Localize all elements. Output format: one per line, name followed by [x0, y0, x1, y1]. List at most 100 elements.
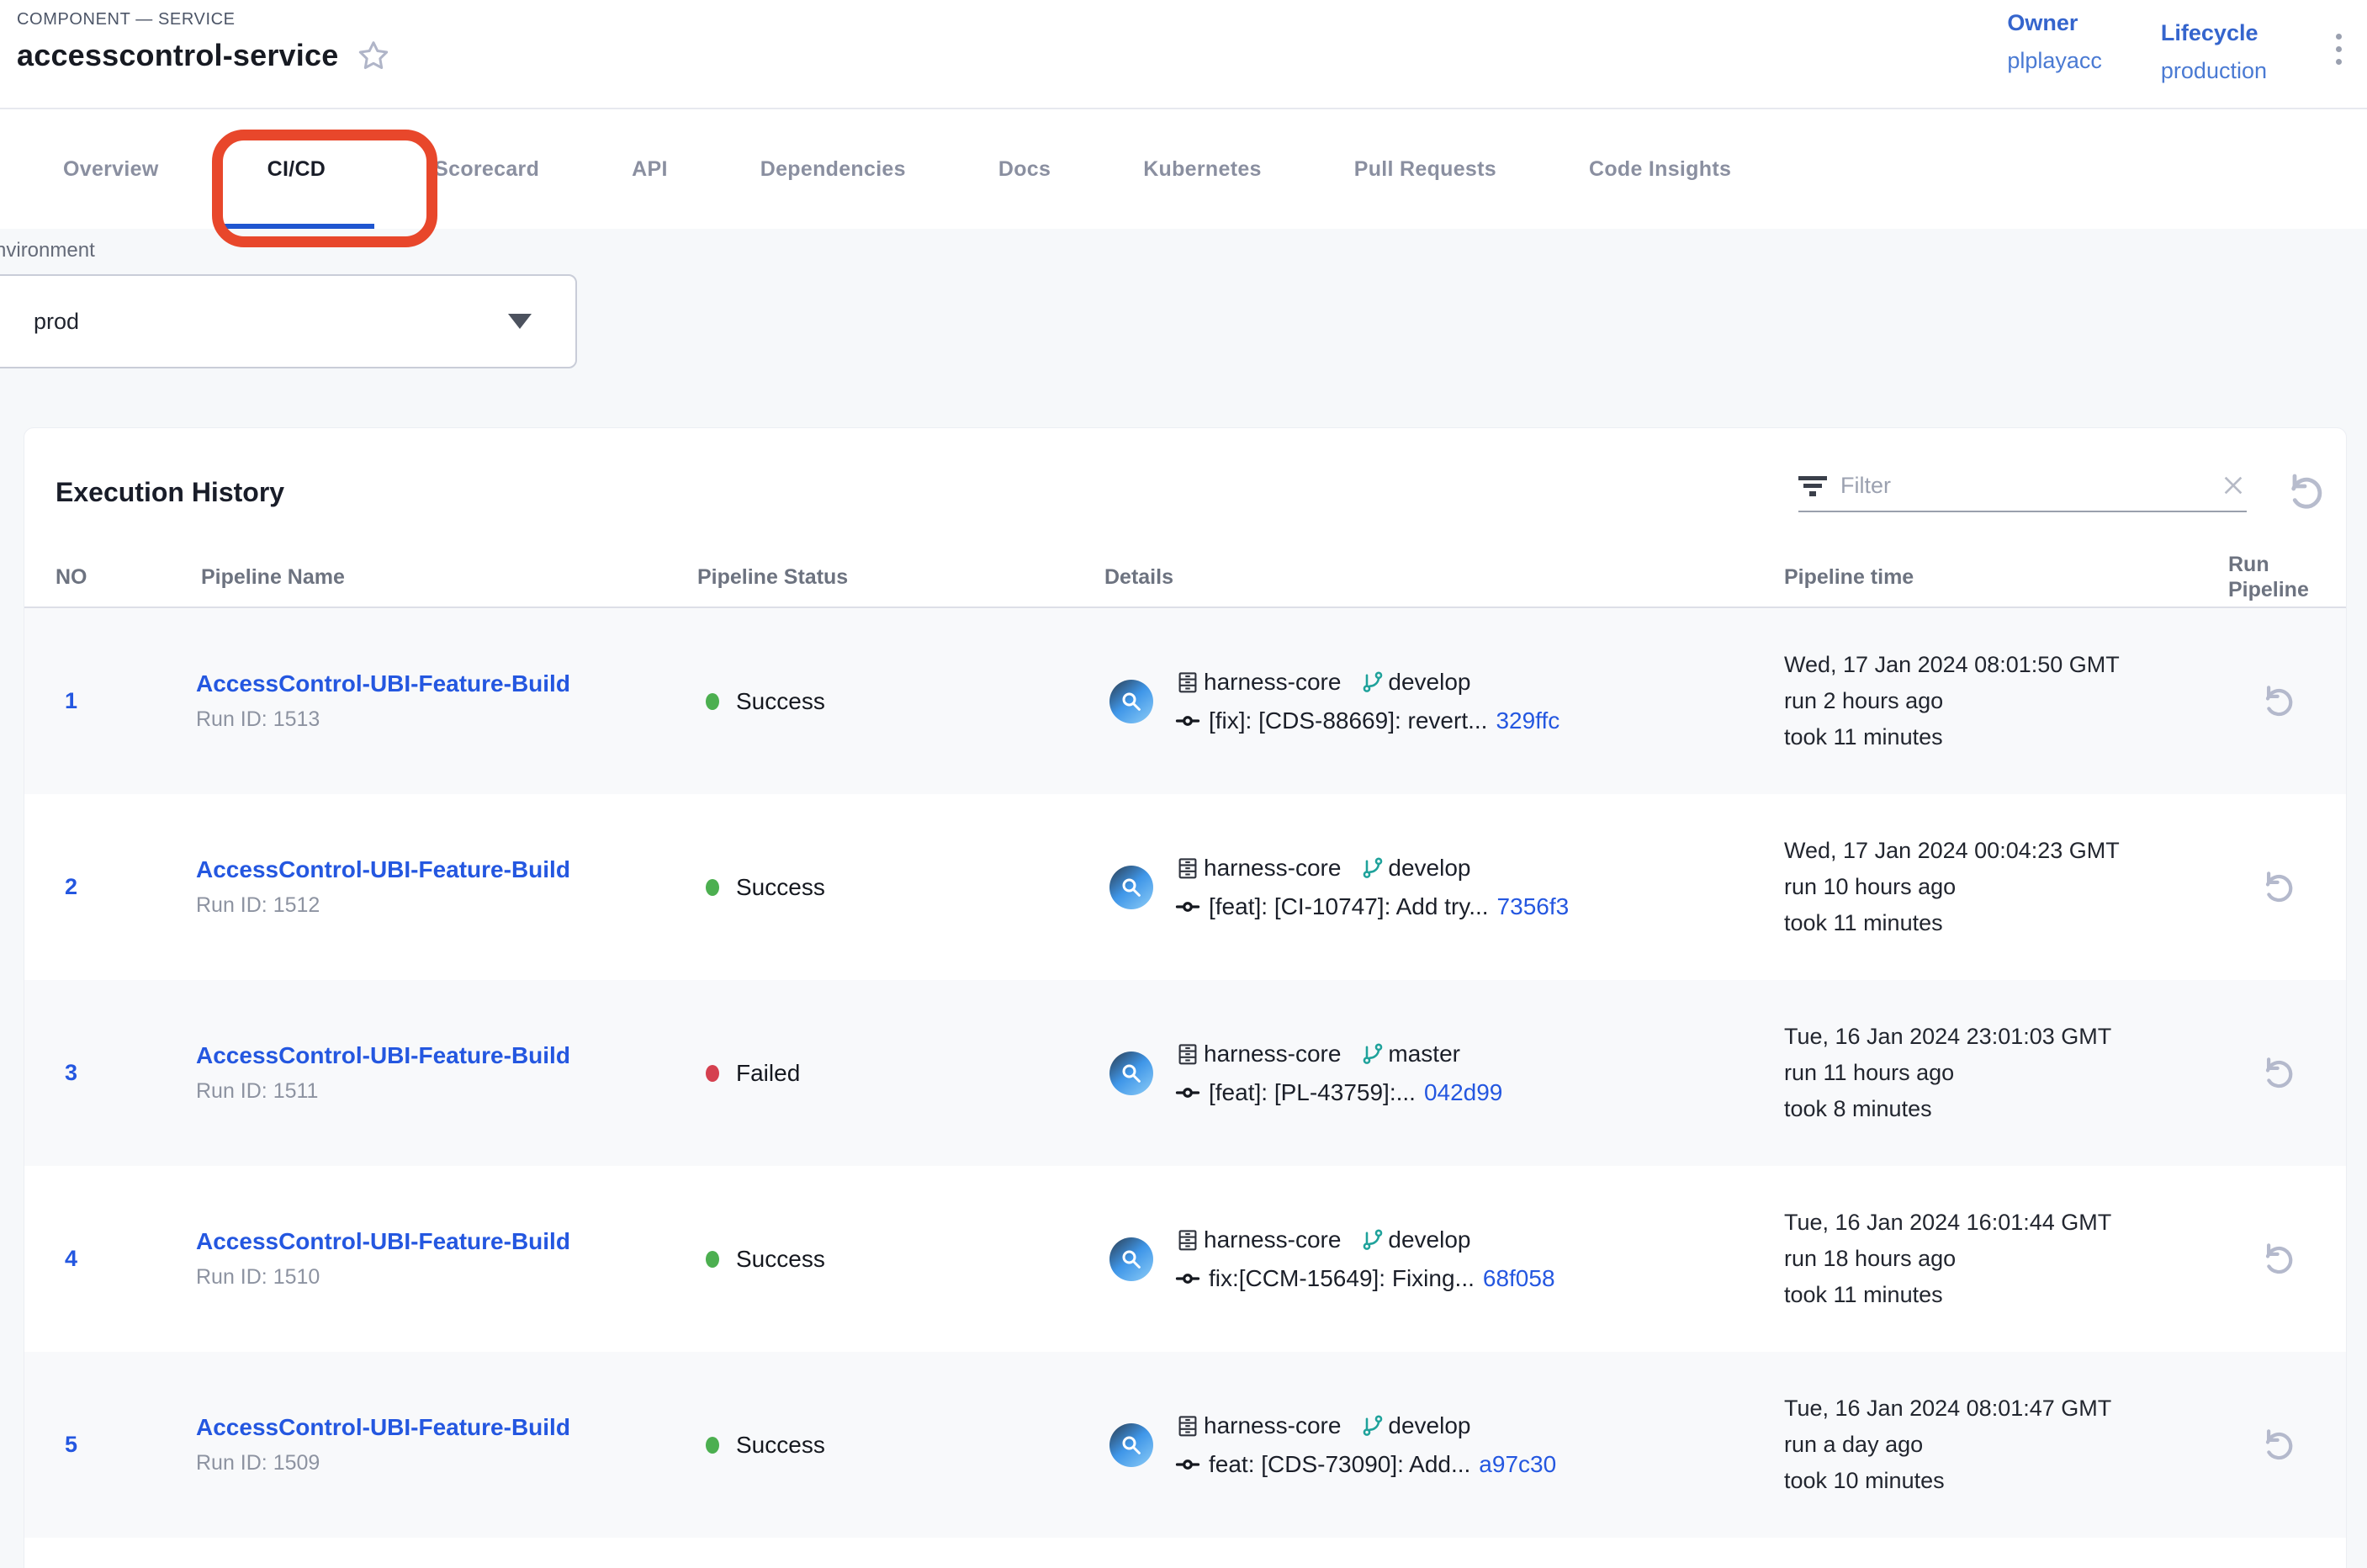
run-pipeline-icon[interactable]	[2258, 870, 2293, 905]
status-dot	[706, 879, 719, 896]
row-number: 2	[24, 874, 172, 900]
filter-icon	[1798, 473, 1827, 498]
run-id: Run ID: 1511	[196, 1079, 677, 1104]
git-branch-icon	[1361, 1042, 1385, 1066]
status-text: Failed	[736, 1060, 800, 1087]
table-row: 4 AccessControl-UBI-Feature-Build Run ID…	[24, 1166, 2346, 1352]
git-commit-icon	[1175, 1266, 1200, 1291]
commit-sha-link[interactable]: 7356f3	[1497, 893, 1570, 920]
tab-bar: Overview CI/CD Scorecard API Dependencie…	[0, 108, 2367, 229]
owner-label: Owner	[2007, 12, 2102, 34]
table-row: 3 AccessControl-UBI-Feature-Build Run ID…	[24, 980, 2346, 1166]
time-took: took 11 minutes	[1784, 724, 2203, 750]
commit-sha-link[interactable]: 042d99	[1424, 1079, 1502, 1106]
lifecycle-label: Lifecycle	[2161, 22, 2267, 45]
tab-scorecard[interactable]: Scorecard	[388, 109, 585, 229]
git-commit-icon	[1175, 1452, 1200, 1477]
git-branch-icon	[1361, 670, 1385, 694]
tab-overview[interactable]: Overview	[17, 109, 205, 229]
col-header-pipeline-status: Pipeline Status	[677, 564, 1081, 590]
pipeline-time: Wed, 17 Jan 2024 08:01:50 GMT run 2 hour…	[1762, 652, 2203, 750]
tab-code-insights[interactable]: Code Insights	[1543, 109, 1777, 229]
status-text: Success	[736, 874, 825, 901]
environment-select[interactable]: prod	[0, 274, 577, 368]
col-header-pipeline-name: Pipeline Name	[172, 564, 677, 590]
repo-name: harness-core	[1204, 1041, 1341, 1067]
favorite-star-icon[interactable]	[357, 39, 390, 72]
commit-message: fix:[CCM-15649]: Fixing...	[1209, 1265, 1475, 1292]
row-number: 3	[24, 1060, 172, 1086]
execution-history-title: Execution History	[56, 477, 284, 508]
row-number: 1	[24, 688, 172, 714]
tab-dependencies[interactable]: Dependencies	[714, 109, 952, 229]
ci-module-icon	[1109, 1423, 1153, 1467]
tab-kubernetes[interactable]: Kubernetes	[1097, 109, 1308, 229]
repository-icon	[1175, 670, 1200, 695]
pipeline-name-link[interactable]: AccessControl-UBI-Feature-Build	[196, 856, 677, 883]
cicd-content: Environment prod Execution History	[0, 229, 2367, 1568]
chevron-down-icon	[508, 314, 532, 329]
time-run-ago: run 18 hours ago	[1784, 1246, 2203, 1272]
execution-history-card: Execution History	[24, 427, 2347, 1568]
tab-pull-requests[interactable]: Pull Requests	[1308, 109, 1543, 229]
ci-module-icon	[1109, 680, 1153, 723]
time-gmt: Tue, 16 Jan 2024 23:01:03 GMT	[1784, 1024, 2203, 1050]
pipeline-name-link[interactable]: AccessControl-UBI-Feature-Build	[196, 1228, 677, 1255]
branch-name: master	[1388, 1041, 1460, 1067]
run-id: Run ID: 1509	[196, 1451, 677, 1475]
clear-filter-icon[interactable]	[2220, 472, 2247, 499]
ci-module-icon	[1109, 1237, 1153, 1281]
commit-sha-link[interactable]: a97c30	[1479, 1451, 1556, 1478]
time-run-ago: run 11 hours ago	[1784, 1060, 2203, 1086]
refresh-icon[interactable]	[2282, 472, 2322, 512]
time-took: took 11 minutes	[1784, 1282, 2203, 1308]
owner-value-link[interactable]: plplayacc	[2007, 50, 2102, 72]
time-run-ago: run 10 hours ago	[1784, 874, 2203, 900]
git-branch-icon	[1361, 1228, 1385, 1252]
pipeline-name-link[interactable]: AccessControl-UBI-Feature-Build	[196, 1414, 677, 1441]
run-pipeline-icon[interactable]	[2258, 1056, 2293, 1091]
environment-label: Environment	[0, 229, 2367, 262]
more-options-kebab-icon[interactable]	[2336, 34, 2342, 65]
time-took: took 8 minutes	[1784, 1096, 2203, 1122]
commit-sha-link[interactable]: 329ffc	[1496, 707, 1559, 734]
commit-sha-link[interactable]: 68f058	[1483, 1265, 1555, 1292]
filter-input[interactable]	[1840, 473, 2220, 499]
git-commit-icon	[1175, 1080, 1200, 1105]
run-pipeline-icon[interactable]	[2258, 1428, 2293, 1463]
time-gmt: Tue, 16 Jan 2024 16:01:44 GMT	[1784, 1210, 2203, 1236]
table-row: 1 AccessControl-UBI-Feature-Build Run ID…	[24, 608, 2346, 794]
run-id: Run ID: 1510	[196, 1265, 677, 1290]
commit-message: [fix]: [CDS-88669]: revert...	[1209, 707, 1487, 734]
commit-message: [feat]: [CI-10747]: Add try...	[1209, 893, 1489, 920]
status-text: Success	[736, 1432, 825, 1459]
repo-name: harness-core	[1204, 1226, 1341, 1253]
run-pipeline-icon[interactable]	[2258, 1242, 2293, 1277]
repo-name: harness-core	[1204, 669, 1341, 696]
status-dot	[706, 693, 719, 710]
branch-name: develop	[1388, 855, 1470, 882]
tab-cicd[interactable]: CI/CD	[205, 109, 389, 229]
row-number: 4	[24, 1246, 172, 1272]
filter-field	[1798, 472, 2247, 512]
time-gmt: Wed, 17 Jan 2024 08:01:50 GMT	[1784, 652, 2203, 678]
tab-api[interactable]: API	[585, 109, 714, 229]
environment-selected-value: prod	[34, 309, 508, 335]
page-title: accesscontrol-service	[17, 38, 338, 73]
pipeline-name-link[interactable]: AccessControl-UBI-Feature-Build	[196, 670, 677, 697]
git-commit-icon	[1175, 708, 1200, 734]
page-header: COMPONENT — SERVICE accesscontrol-servic…	[0, 0, 2367, 108]
repository-icon	[1175, 1041, 1200, 1067]
status-dot	[706, 1065, 719, 1082]
owner-block: Owner plplayacc	[2007, 12, 2102, 108]
run-id: Run ID: 1513	[196, 707, 677, 732]
time-gmt: Tue, 16 Jan 2024 08:01:47 GMT	[1784, 1396, 2203, 1422]
branch-name: develop	[1388, 669, 1470, 696]
pipeline-name-link[interactable]: AccessControl-UBI-Feature-Build	[196, 1042, 677, 1069]
pipeline-time: Tue, 16 Jan 2024 23:01:03 GMT run 11 hou…	[1762, 1024, 2203, 1122]
time-gmt: Wed, 17 Jan 2024 00:04:23 GMT	[1784, 838, 2203, 864]
run-pipeline-icon[interactable]	[2258, 684, 2293, 719]
tab-docs[interactable]: Docs	[952, 109, 1097, 229]
col-header-details: Details	[1081, 564, 1762, 590]
ci-module-icon	[1109, 1052, 1153, 1095]
